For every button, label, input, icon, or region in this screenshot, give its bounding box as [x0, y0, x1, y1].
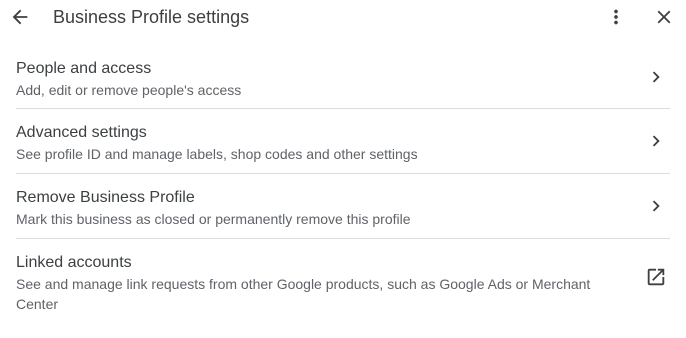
list-item-advanced-settings[interactable]: Advanced settings See profile ID and man…	[0, 109, 686, 174]
arrow-back-icon	[9, 6, 31, 28]
more-options-button[interactable]	[602, 3, 630, 31]
business-profile-settings-dialog: Business Profile settings People and acc…	[0, 0, 686, 338]
list-item-linked-accounts[interactable]: Linked accounts See and manage link requ…	[0, 239, 686, 323]
list-item-remove-business-profile[interactable]: Remove Business Profile Mark this busine…	[0, 174, 686, 239]
close-icon	[653, 6, 675, 28]
back-button[interactable]	[6, 3, 34, 31]
list-item-description: Mark this business as closed or permanen…	[16, 211, 411, 227]
chevron-right-icon	[644, 194, 668, 218]
chevron-right-icon	[644, 129, 668, 153]
list-item-description: Add, edit or remove people's access	[16, 82, 242, 98]
settings-list: People and access Add, edit or remove pe…	[0, 45, 686, 323]
list-item-title: Advanced settings	[16, 124, 147, 141]
list-item-title: Linked accounts	[16, 254, 132, 271]
list-item-description: See profile ID and manage labels, shop c…	[16, 146, 418, 162]
list-item-people-and-access[interactable]: People and access Add, edit or remove pe…	[0, 45, 686, 109]
page-title: Business Profile settings	[53, 7, 250, 27]
close-button[interactable]	[650, 3, 678, 31]
list-item-title: People and access	[16, 60, 152, 77]
open-in-new-icon[interactable]	[644, 265, 668, 289]
dialog-header: Business Profile settings	[0, 0, 686, 36]
more-vert-icon	[605, 6, 627, 28]
list-item-description: See and manage link requests from other …	[16, 276, 591, 312]
list-item-title: Remove Business Profile	[16, 189, 195, 206]
chevron-right-icon	[644, 65, 668, 89]
